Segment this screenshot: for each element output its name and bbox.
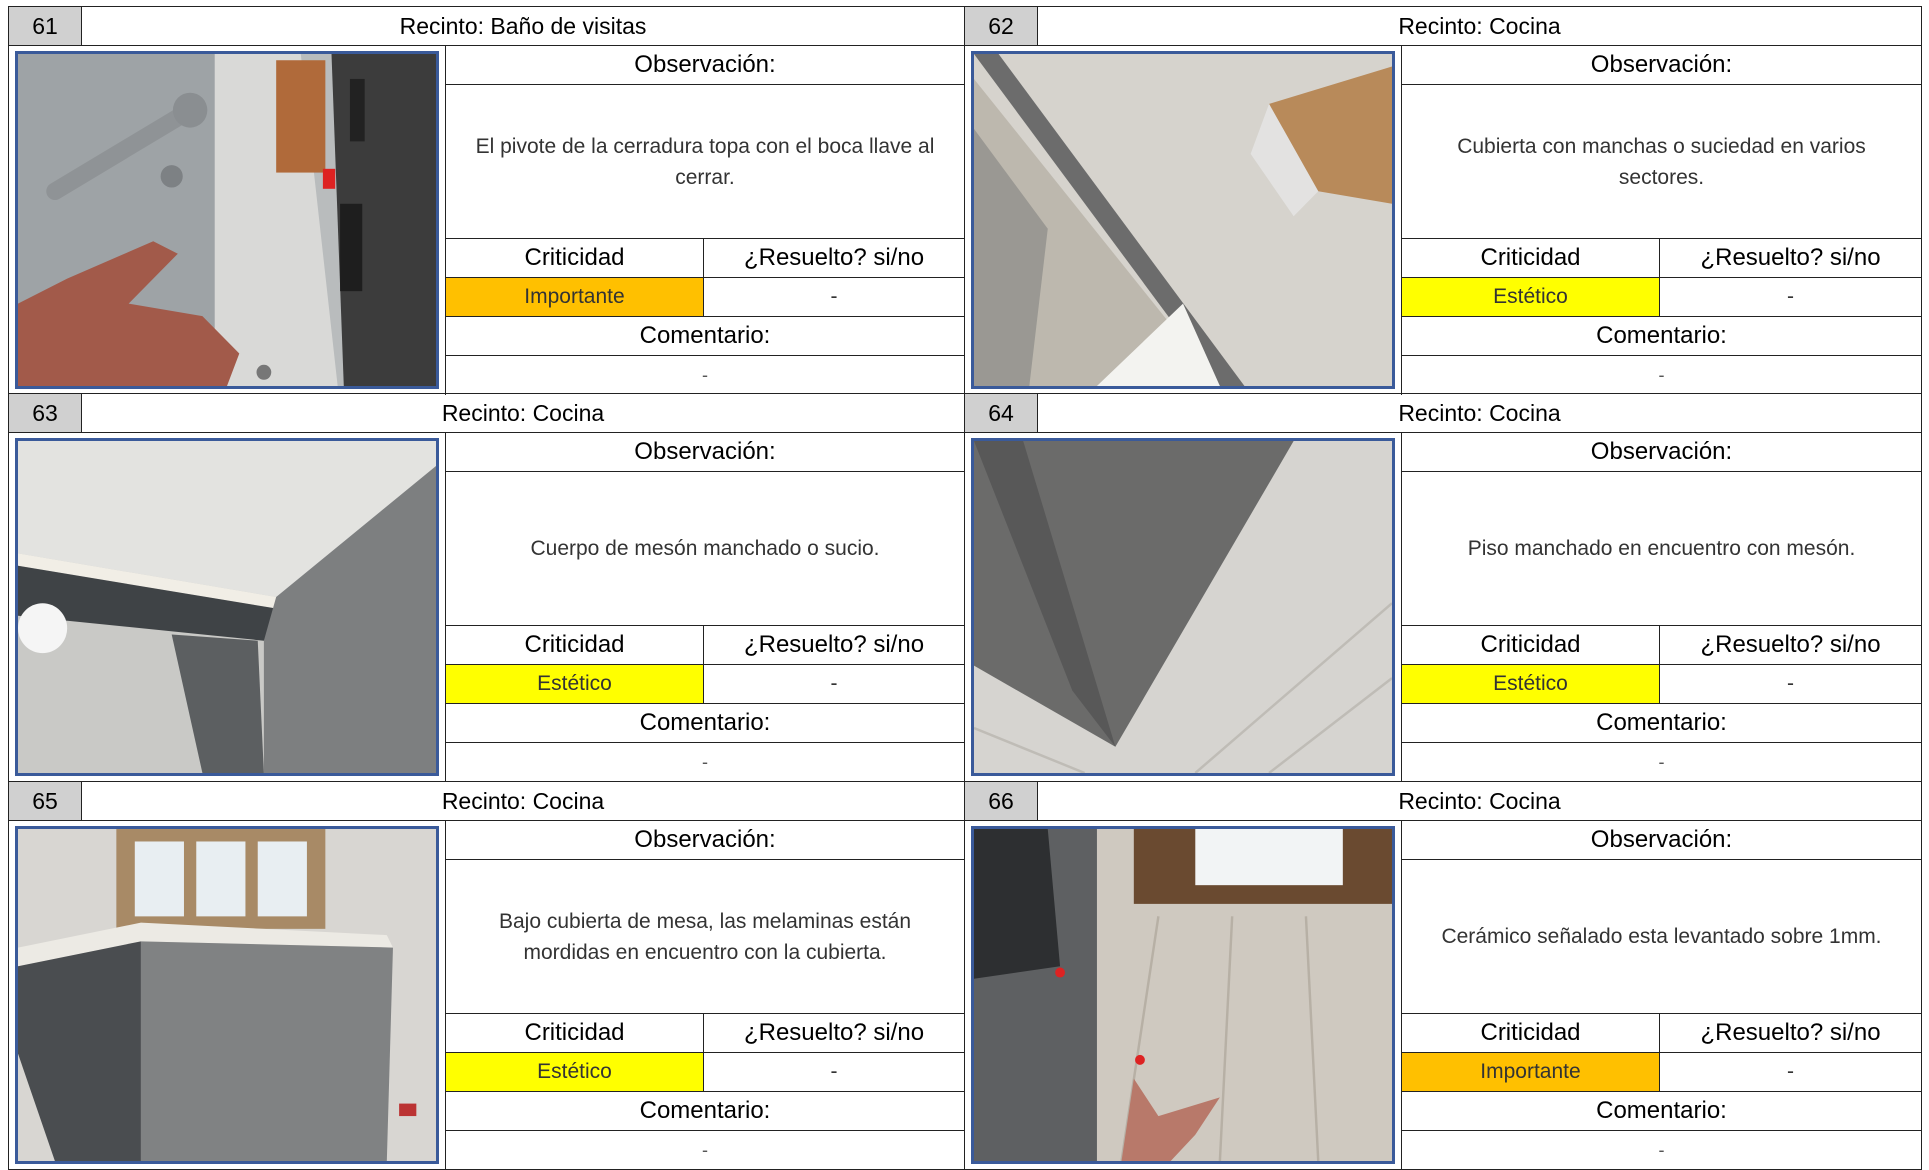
- photo-cell: [965, 821, 1401, 1170]
- observation-card: 63 Recinto: Cocina Observación: Cuerpo d…: [8, 394, 965, 782]
- criticidad-label: Criticidad: [446, 626, 704, 664]
- comentario-value: -: [702, 365, 708, 385]
- criticidad-value: Importante: [1402, 1053, 1660, 1091]
- resuelto-label: ¿Resuelto? si/no: [743, 631, 925, 658]
- card-header: 61 Recinto: Baño de visitas: [9, 7, 964, 46]
- card-header: 62 Recinto: Cocina: [965, 7, 1921, 46]
- observation-photo[interactable]: [15, 51, 439, 389]
- item-number: 63: [9, 394, 82, 432]
- resuelto-value: -: [830, 672, 838, 695]
- recinto-title: Recinto: Cocina: [1398, 787, 1561, 814]
- comentario-label: Comentario:: [1402, 704, 1921, 743]
- comentario-label: Comentario:: [446, 704, 964, 743]
- observation-text: Cubierta con manchas o suciedad en vario…: [1402, 85, 1921, 239]
- criticidad-value: Estético: [1402, 278, 1660, 316]
- resuelto-label: ¿Resuelto? si/no: [1700, 244, 1881, 271]
- photo-cell: [9, 46, 445, 395]
- item-number: 64: [965, 394, 1038, 432]
- observation-label: Observación:: [446, 46, 964, 85]
- observation-text: Cerámico señalado esta levantado sobre 1…: [1402, 860, 1921, 1014]
- recinto-title: Recinto: Cocina: [1398, 399, 1561, 426]
- observation-photo[interactable]: [15, 826, 439, 1164]
- resuelto-label: ¿Resuelto? si/no: [743, 1019, 925, 1046]
- item-number: 66: [965, 782, 1038, 820]
- recinto-title: Recinto: Cocina: [441, 399, 605, 426]
- photo-cell: [965, 433, 1401, 782]
- card-header: 63 Recinto: Cocina: [9, 394, 964, 433]
- criticidad-label: Criticidad: [446, 239, 704, 277]
- observation-card: 64 Recinto: Cocina Observación: Piso man…: [965, 394, 1922, 782]
- observation-card: 62 Recinto: Cocina Observación: Cubierta…: [965, 6, 1922, 395]
- observation-photo[interactable]: [15, 438, 439, 776]
- observation-photo[interactable]: [971, 826, 1395, 1164]
- criticidad-value: Estético: [446, 665, 704, 703]
- comentario-label: Comentario:: [446, 317, 964, 356]
- observation-text: El pivote de la cerradura topa con el bo…: [446, 85, 964, 239]
- observation-text: Bajo cubierta de mesa, las melaminas est…: [446, 860, 964, 1014]
- comentario-value: -: [1658, 752, 1665, 772]
- item-number: 65: [9, 782, 82, 820]
- observation-text: Cuerpo de mesón manchado o sucio.: [446, 472, 964, 626]
- card-header: 66 Recinto: Cocina: [965, 782, 1921, 821]
- comentario-value: -: [702, 752, 708, 772]
- grid-row: 61 Recinto: Baño de visitas Observación:…: [8, 6, 1922, 395]
- observation-label: Observación:: [1402, 433, 1921, 472]
- item-number: 61: [9, 7, 82, 45]
- comentario-label: Comentario:: [446, 1092, 964, 1131]
- criticidad-label: Criticidad: [446, 1014, 704, 1052]
- resuelto-value: -: [1787, 672, 1794, 695]
- recinto-title: Recinto: Cocina: [441, 787, 605, 814]
- observation-card: 61 Recinto: Baño de visitas Observación:…: [8, 6, 965, 395]
- resuelto-value: -: [1787, 1060, 1794, 1083]
- resuelto-value: -: [1787, 285, 1794, 308]
- observation-card: 65 Recinto: Cocina Observación: Bajo cub…: [8, 782, 965, 1170]
- observation-label: Observación:: [446, 433, 964, 472]
- resuelto-value: -: [830, 285, 838, 308]
- recinto-title: Recinto: Baño de visitas: [399, 12, 647, 39]
- card-header: 65 Recinto: Cocina: [9, 782, 964, 821]
- observations-grid: 61 Recinto: Baño de visitas Observación:…: [8, 6, 1922, 1170]
- criticidad-label: Criticidad: [1402, 1014, 1660, 1052]
- observation-photo[interactable]: [971, 438, 1395, 776]
- comentario-value: -: [1658, 1140, 1665, 1160]
- comentario-value: -: [1658, 365, 1665, 385]
- comentario-value: -: [702, 1140, 708, 1160]
- observation-label: Observación:: [1402, 46, 1921, 85]
- grid-row: 65 Recinto: Cocina Observación: Bajo cub…: [8, 782, 1922, 1170]
- photo-cell: [9, 433, 445, 782]
- observation-label: Observación:: [446, 821, 964, 860]
- observation-card: 66 Recinto: Cocina Observación: Cerámico…: [965, 782, 1922, 1170]
- observation-text: Piso manchado en encuentro con mesón.: [1402, 472, 1921, 626]
- resuelto-label: ¿Resuelto? si/no: [1700, 631, 1881, 658]
- resuelto-label: ¿Resuelto? si/no: [743, 244, 925, 271]
- criticidad-label: Criticidad: [1402, 239, 1660, 277]
- criticidad-value: Estético: [446, 1053, 704, 1091]
- criticidad-label: Criticidad: [1402, 626, 1660, 664]
- comentario-label: Comentario:: [1402, 317, 1921, 356]
- resuelto-label: ¿Resuelto? si/no: [1700, 1019, 1881, 1046]
- photo-cell: [965, 46, 1401, 395]
- observation-photo[interactable]: [971, 51, 1395, 389]
- item-number: 62: [965, 7, 1038, 45]
- criticidad-value: Estético: [1402, 665, 1660, 703]
- recinto-title: Recinto: Cocina: [1398, 12, 1561, 39]
- resuelto-value: -: [830, 1060, 838, 1083]
- observation-label: Observación:: [1402, 821, 1921, 860]
- comentario-label: Comentario:: [1402, 1092, 1921, 1131]
- card-header: 64 Recinto: Cocina: [965, 394, 1921, 433]
- criticidad-value: Importante: [446, 278, 704, 316]
- grid-row: 63 Recinto: Cocina Observación: Cuerpo d…: [8, 394, 1922, 782]
- photo-cell: [9, 821, 445, 1170]
